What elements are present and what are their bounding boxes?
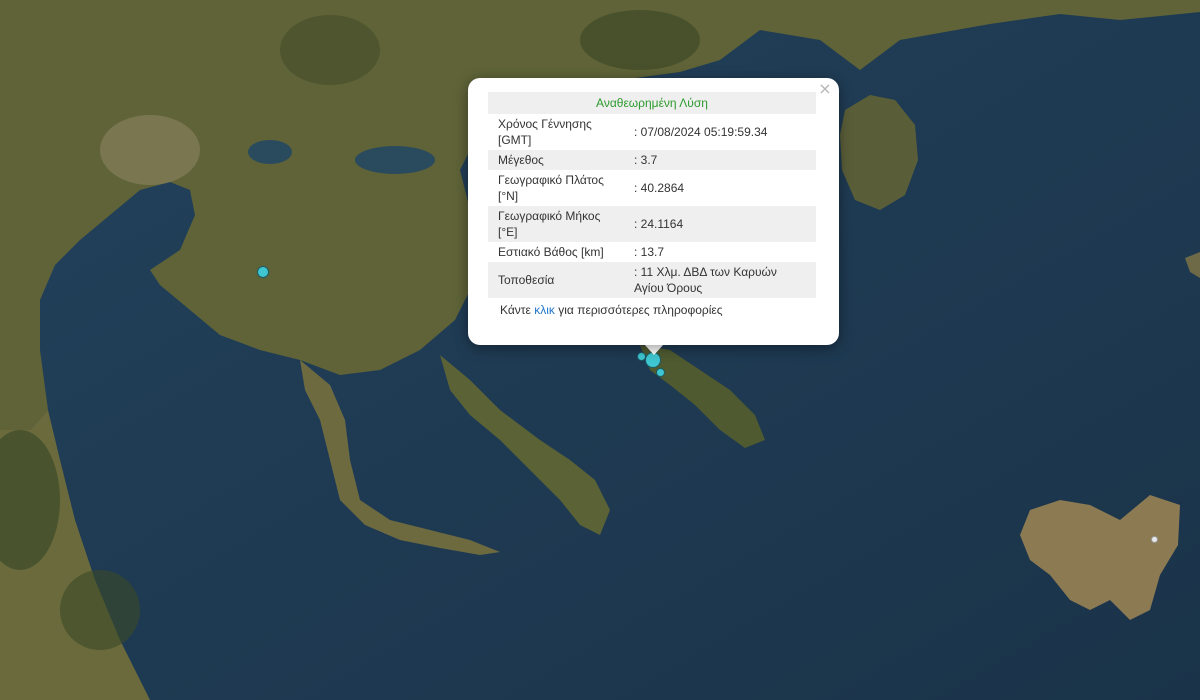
earthquake-marker[interactable] xyxy=(656,368,665,377)
row-value: : 13.7 xyxy=(634,245,665,259)
table-row: Γεωγραφικό Μήκος [°E] : 24.1164 xyxy=(488,206,816,242)
row-value: : 40.2864 xyxy=(634,181,685,195)
table-row: Τοποθεσία : 11 Χλμ. ΔΒΔ των Καρυών Αγίου… xyxy=(488,262,816,298)
table-row: Γεωγραφικό Πλάτος [°N] : 40.2864 xyxy=(488,170,816,206)
row-key: Μέγεθος xyxy=(488,150,630,170)
more-info-suffix: για περισσότερες πληροφορίες xyxy=(558,303,723,317)
more-info-prefix: Κάντε xyxy=(500,303,531,317)
more-info-line: Κάντε κλικ για περισσότερες πληροφορίες xyxy=(488,303,819,317)
row-key: Χρόνος Γέννησης [GMT] xyxy=(498,117,592,147)
row-key: Εστιακό Βάθος [km] xyxy=(498,245,604,259)
row-value: : 07/08/2024 05:19:59.34 xyxy=(634,125,768,139)
row-value: : 24.1164 xyxy=(630,206,816,242)
table-row: Εστιακό Βάθος [km] : 13.7 xyxy=(488,242,816,262)
table-row: Μέγεθος : 3.7 xyxy=(488,150,816,170)
row-value: : 3.7 xyxy=(630,150,816,170)
popup-tip xyxy=(644,344,664,355)
lake xyxy=(248,140,292,164)
info-table: Αναθεωρημένη Λύση Χρόνος Γέννησης [GMT] … xyxy=(488,92,816,298)
row-key: Τοποθεσία xyxy=(488,262,630,298)
earthquake-marker[interactable] xyxy=(257,266,269,278)
earthquake-info-popup: × Αναθεωρημένη Λύση Χρόνος Γέννησης [GMT… xyxy=(468,78,839,345)
mountain-area xyxy=(60,570,140,650)
earthquake-marker[interactable] xyxy=(1151,536,1158,543)
popup-title: Αναθεωρημένη Λύση xyxy=(488,92,816,114)
row-key: Γεωγραφικό Πλάτος [°N] xyxy=(498,173,604,203)
city-area xyxy=(100,115,200,185)
mountain-area xyxy=(280,15,380,85)
close-icon[interactable]: × xyxy=(817,81,833,97)
more-info-link[interactable]: κλικ xyxy=(534,303,555,317)
mountain-area xyxy=(580,10,700,70)
table-row: Χρόνος Γέννησης [GMT] : 07/08/2024 05:19… xyxy=(488,114,816,150)
row-value: : 11 Χλμ. ΔΒΔ των Καρυών Αγίου Όρους xyxy=(630,262,816,298)
lake xyxy=(355,146,435,174)
row-key: Γεωγραφικό Μήκος [°E] xyxy=(488,206,630,242)
